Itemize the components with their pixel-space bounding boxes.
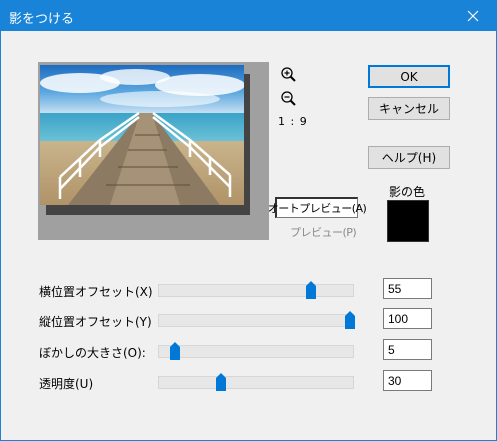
y-offset-slider[interactable] bbox=[158, 314, 354, 327]
preview-button: プレビュー(P) bbox=[290, 226, 357, 239]
x-offset-ticks bbox=[161, 277, 351, 288]
dialog-title: 影をつける bbox=[9, 12, 75, 27]
opacity-input[interactable]: 30 bbox=[383, 370, 432, 391]
opacity-slider[interactable] bbox=[158, 376, 354, 389]
title-bar[interactable]: 影をつける bbox=[1, 1, 496, 31]
blur-size-label: ぼかしの大きさ(O): bbox=[39, 346, 146, 360]
zoom-in-icon[interactable] bbox=[280, 66, 298, 84]
x-offset-slider-thumb[interactable] bbox=[305, 281, 316, 299]
preview-image bbox=[40, 65, 244, 205]
blur-size-slider[interactable] bbox=[158, 345, 354, 358]
zoom-ratio: 1 : 9 bbox=[278, 115, 308, 128]
x-offset-label: 横位置オフセット(X) bbox=[39, 285, 153, 299]
x-offset-input[interactable]: 55 bbox=[383, 278, 432, 299]
close-icon bbox=[467, 10, 479, 22]
ok-button[interactable]: OK bbox=[368, 65, 450, 88]
x-offset-slider[interactable] bbox=[158, 284, 354, 297]
shadow-color-swatch[interactable] bbox=[387, 200, 429, 242]
zoom-out-icon[interactable] bbox=[280, 90, 298, 108]
opacity-slider-thumb[interactable] bbox=[216, 373, 227, 391]
y-offset-slider-thumb[interactable] bbox=[345, 311, 355, 329]
blur-size-ticks bbox=[161, 338, 351, 349]
help-button[interactable]: ヘルプ(H) bbox=[368, 146, 450, 169]
shadow-color-label: 影の色 bbox=[389, 185, 426, 199]
shadow-dialog: 影をつける 1: 9 OK キャンセル ヘルプ(H) オートプレビュー(A) … bbox=[0, 0, 497, 441]
close-button[interactable] bbox=[450, 1, 496, 31]
y-offset-ticks bbox=[161, 307, 351, 318]
cancel-button[interactable]: キャンセル bbox=[368, 97, 450, 120]
y-offset-input[interactable]: 100 bbox=[383, 308, 432, 329]
auto-preview-toggle[interactable]: オートプレビュー(A) bbox=[268, 197, 367, 218]
blur-size-slider-thumb[interactable] bbox=[170, 342, 181, 360]
opacity-ticks bbox=[161, 369, 351, 380]
y-offset-label: 縦位置オフセット(Y) bbox=[39, 315, 152, 329]
blur-size-input[interactable]: 5 bbox=[383, 339, 432, 360]
opacity-label: 透明度(U) bbox=[39, 377, 94, 391]
